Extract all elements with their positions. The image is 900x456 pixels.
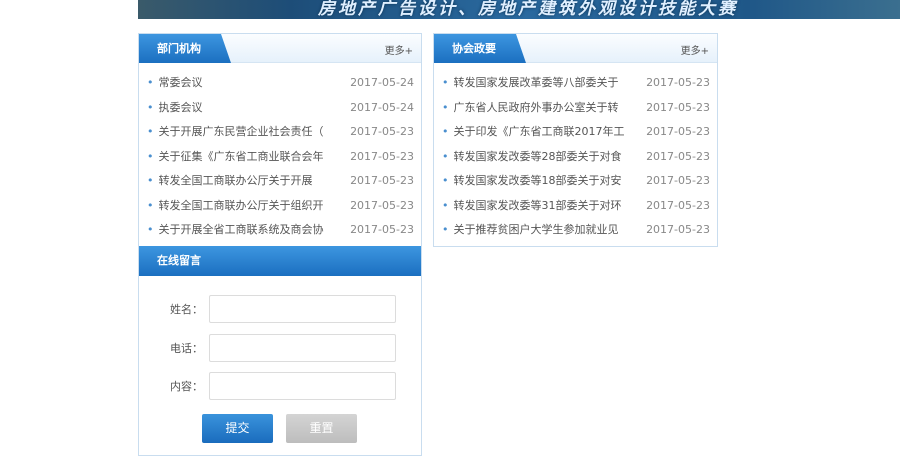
policy-more-link[interactable]: 更多+ xyxy=(681,42,709,57)
item-date: 2017-05-23 xyxy=(350,198,414,212)
list-item[interactable]: 广东省人民政府外事办公室关于转 2017-05-23 xyxy=(434,98,717,123)
item-title[interactable]: 广东省人民政府外事办公室关于转 xyxy=(442,98,630,123)
item-title[interactable]: 转发全国工商联办公厅关于组织开 xyxy=(147,196,335,221)
content-input[interactable] xyxy=(209,372,396,400)
message-panel: 在线留言 姓名： 电话： 内容： 提交 重置 xyxy=(138,246,422,456)
banner: 房地产广告设计、房地产建筑外观设计技能大赛 xyxy=(138,0,900,19)
item-date: 2017-05-23 xyxy=(646,125,710,138)
reset-button[interactable]: 重置 xyxy=(286,414,357,443)
item-title[interactable]: 转发国家发改委等28部委关于对食 xyxy=(442,147,630,172)
submit-button[interactable]: 提交 xyxy=(202,414,273,443)
list-item[interactable]: 转发全国工商联办公厅关于开展 2017-05-23 xyxy=(139,171,421,196)
item-date: 2017-05-23 xyxy=(350,149,414,163)
list-item[interactable]: 执委会议 2017-05-24 xyxy=(139,98,421,123)
item-title[interactable]: 关于征集《广东省工商业联合会年 xyxy=(147,147,335,172)
policy-panel: 协会政要更多+ 转发国家发展改革委等八部委关于2017-05-23广东省人民政府… xyxy=(433,33,718,247)
list-item[interactable]: 关于征集《广东省工商业联合会年 2017-05-23 xyxy=(139,147,421,172)
item-date: 2017-05-24 xyxy=(350,100,414,114)
item-date: 2017-05-23 xyxy=(646,174,710,187)
list-item[interactable]: 常委会议 2017-05-24 xyxy=(139,73,421,98)
dept-more-link[interactable]: 更多+ xyxy=(385,42,413,57)
phone-label: 电话： xyxy=(170,342,203,355)
item-title[interactable]: 关于开展全省工商联系统及商会协 xyxy=(147,220,335,245)
dept-title: 部门机构 xyxy=(139,34,231,63)
policy-list: 转发国家发展改革委等八部委关于2017-05-23广东省人民政府外事办公室关于转… xyxy=(434,63,717,245)
item-date: 2017-05-23 xyxy=(350,174,414,187)
list-item[interactable]: 关于开展全省工商联系统及商会协 2017-05-23 xyxy=(139,220,421,245)
item-date: 2017-05-23 xyxy=(350,223,414,236)
item-date: 2017-05-23 xyxy=(646,149,710,163)
banner-title: 房地产广告设计、房地产建筑外观设计技能大赛 xyxy=(318,0,738,19)
item-date: 2017-05-23 xyxy=(646,198,710,212)
item-title[interactable]: 关于开展广东民营企业社会责任（ xyxy=(147,122,335,147)
item-date: 2017-05-23 xyxy=(646,223,710,236)
item-title[interactable]: 转发国家发改委等31部委关于对环 xyxy=(442,196,630,221)
name-input[interactable] xyxy=(209,295,396,323)
policy-title: 协会政要 xyxy=(434,34,526,63)
content-label: 内容： xyxy=(170,380,203,393)
list-item[interactable]: 转发国家发改委等18部委关于对安 2017-05-23 xyxy=(434,171,717,196)
item-title[interactable]: 转发全国工商联办公厅关于开展 xyxy=(147,171,335,196)
item-title[interactable]: 关于印发《广东省工商联2017年工 xyxy=(442,122,630,147)
dept-panel: 部门机构 更多+ 常委会议 2017-05-24 执委会议 2017-05-24 关于开展… xyxy=(138,33,422,247)
list-item[interactable]: 关于印发《广东省工商联2017年工 2017-05-23 xyxy=(434,122,717,147)
name-label: 姓名： xyxy=(170,303,203,316)
item-title[interactable]: 关于推荐贫困户大学生参加就业见 xyxy=(442,220,630,245)
list-item[interactable]: 转发国家发改委等28部委关于对食 2017-05-23 xyxy=(434,147,717,172)
list-item[interactable]: 关于开展广东民营企业社会责任（ 2017-05-23 xyxy=(139,122,421,147)
item-date: 2017-05-23 xyxy=(350,125,414,138)
list-item[interactable]: 转发全国工商联办公厅关于组织开 2017-05-23 xyxy=(139,196,421,221)
list-item[interactable]: 转发国家发展改革委等八部委关于 2017-05-23 xyxy=(434,73,717,98)
list-item[interactable]: 关于推荐贫困户大学生参加就业见 2017-05-23 xyxy=(434,220,717,245)
item-date: 2017-05-24 xyxy=(350,76,414,89)
item-date: 2017-05-23 xyxy=(646,76,710,89)
phone-input[interactable] xyxy=(209,334,396,362)
list-item[interactable]: 转发国家发改委等31部委关于对环 2017-05-23 xyxy=(434,196,717,221)
message-title: 在线留言 xyxy=(139,246,421,276)
dept-list: 常委会议 2017-05-24 执委会议 2017-05-24 关于开展广东民营企业社会… xyxy=(139,63,421,245)
item-title[interactable]: 常委会议 xyxy=(147,73,335,98)
item-title[interactable]: 转发国家发展改革委等八部委关于 xyxy=(442,73,630,98)
item-title[interactable]: 执委会议 xyxy=(147,98,335,123)
item-title[interactable]: 转发国家发改委等18部委关于对安 xyxy=(442,171,630,196)
item-date: 2017-05-23 xyxy=(646,100,710,114)
